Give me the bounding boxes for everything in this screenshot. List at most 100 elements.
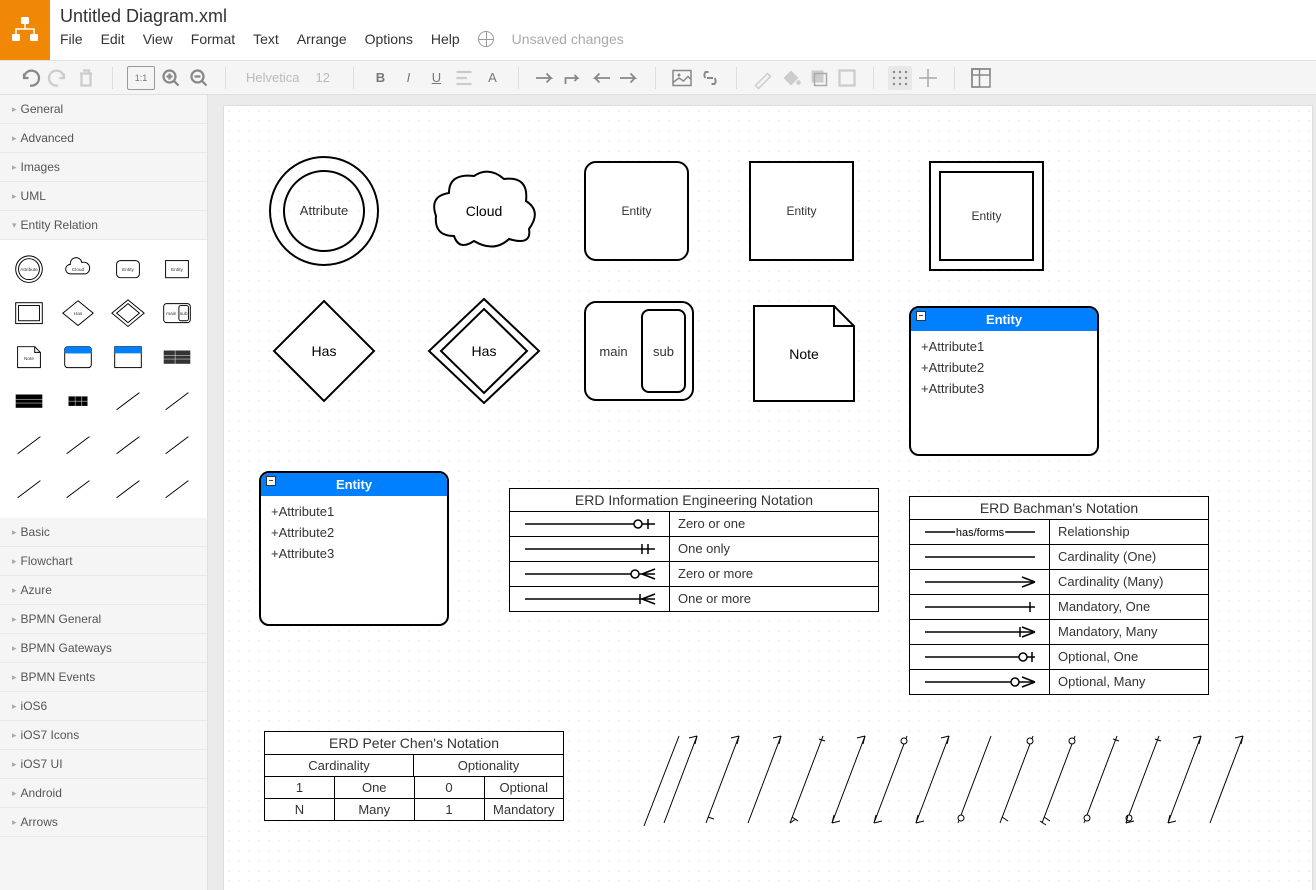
shape-has-diamond[interactable]: Has <box>264 291 384 414</box>
shape-entity-double[interactable]: Entity <box>929 161 1044 271</box>
palette-cloud[interactable]: Cloud <box>57 250 99 288</box>
palette-main-sub[interactable]: mainsub <box>156 294 198 332</box>
sidebar-section-bpmn-gateways[interactable]: BPMN Gateways <box>0 634 207 663</box>
menu-view[interactable]: View <box>143 31 173 47</box>
outline-button[interactable] <box>969 66 993 90</box>
shape-main-sub[interactable]: main sub <box>584 301 694 401</box>
shadow-button[interactable] <box>807 66 831 90</box>
shape-erd-chen-notation[interactable]: ERD Peter Chen's Notation Cardinality Op… <box>264 731 564 821</box>
palette-table-black[interactable] <box>8 382 50 420</box>
grid-dots-button[interactable] <box>888 66 912 90</box>
line-start-button[interactable] <box>589 66 613 90</box>
font-family-select[interactable]: Helvetica <box>240 70 305 85</box>
palette-entity-table-blue2[interactable] <box>107 338 149 376</box>
insert-link-button[interactable] <box>698 66 722 90</box>
shape-entity-table-2[interactable]: −Entity +Attribute1 +Attribute2 +Attribu… <box>259 471 449 626</box>
palette-line-1[interactable] <box>107 382 149 420</box>
svg-text:Has: Has <box>472 343 497 359</box>
menu-help[interactable]: Help <box>431 31 460 47</box>
menu-file[interactable]: File <box>60 31 83 47</box>
menu-text[interactable]: Text <box>253 31 279 47</box>
palette-line-10[interactable] <box>156 470 198 508</box>
zoom-out-button[interactable] <box>187 66 211 90</box>
palette-line-4[interactable] <box>57 426 99 464</box>
shape-erd-bachman-notation[interactable]: ERD Bachman's Notation has/forms Relatio… <box>909 496 1209 695</box>
shape-cloud[interactable]: Cloud <box>424 161 544 264</box>
sidebar-section-images[interactable]: Images <box>0 153 207 182</box>
delete-button[interactable] <box>74 66 98 90</box>
italic-button[interactable]: I <box>396 66 420 90</box>
palette-entity-rect[interactable]: Entity <box>156 250 198 288</box>
language-icon[interactable] <box>478 31 494 47</box>
sidebar-section-azure[interactable]: Azure <box>0 576 207 605</box>
align-button[interactable] <box>452 66 476 90</box>
palette-table-dark[interactable] <box>156 338 198 376</box>
palette-line-3[interactable] <box>8 426 50 464</box>
sidebar-section-bpmn-events[interactable]: BPMN Events <box>0 663 207 692</box>
sidebar-section-ios6[interactable]: iOS6 <box>0 692 207 721</box>
sidebar-section-arrows[interactable]: Arrows <box>0 808 207 837</box>
palette-line-6[interactable] <box>156 426 198 464</box>
shape-entity-table-1[interactable]: −Entity +Attribute1 +Attribute2 +Attribu… <box>909 306 1099 456</box>
palette-line-8[interactable] <box>57 470 99 508</box>
bold-button[interactable]: B <box>368 66 392 90</box>
erd-bachman-row1: Cardinality (One) <box>1050 545 1208 569</box>
palette-has-diamond[interactable]: Has <box>57 294 99 332</box>
shape-entity-rect[interactable]: Entity <box>749 161 854 261</box>
shape-entity-rounded[interactable]: Entity <box>584 161 689 261</box>
sidebar-section-entity-relation[interactable]: Entity Relation <box>0 211 207 240</box>
line-end-button[interactable] <box>617 66 641 90</box>
diagram-canvas[interactable]: Attribute Cloud Entity Entity Entity H <box>223 105 1313 890</box>
shape-connector-lines[interactable] <box>639 731 1289 844</box>
box-button[interactable] <box>835 66 859 90</box>
menu-format[interactable]: Format <box>191 31 235 47</box>
font-size-input[interactable]: 12 <box>309 70 339 85</box>
sidebar-section-android[interactable]: Android <box>0 779 207 808</box>
collapse-icon[interactable]: − <box>916 311 926 321</box>
shape-has-double-diamond[interactable]: Has <box>419 291 549 414</box>
redo-button[interactable] <box>46 66 70 90</box>
palette-attribute[interactable]: Attribute <box>8 250 50 288</box>
palette-line-9[interactable] <box>107 470 149 508</box>
palette-table-small[interactable] <box>57 382 99 420</box>
canvas-area[interactable]: Attribute Cloud Entity Entity Entity H <box>208 95 1316 890</box>
palette-entity-rounded[interactable]: Entity <box>107 250 149 288</box>
fill-color-button[interactable] <box>779 66 803 90</box>
insert-image-button[interactable] <box>670 66 694 90</box>
menu-options[interactable]: Options <box>365 31 413 47</box>
menu-edit[interactable]: Edit <box>101 31 125 47</box>
guides-button[interactable] <box>916 66 940 90</box>
palette-line-7[interactable] <box>8 470 50 508</box>
palette-line-2[interactable] <box>156 382 198 420</box>
shape-erd-ie-notation[interactable]: ERD Information Engineering Notation Zer… <box>509 488 879 612</box>
sidebar-section-basic[interactable]: Basic <box>0 518 207 547</box>
underline-button[interactable]: U <box>424 66 448 90</box>
palette-has-double-diamond[interactable] <box>107 294 149 332</box>
palette-line-5[interactable] <box>107 426 149 464</box>
shape-note[interactable]: Note <box>749 301 859 409</box>
connection-button[interactable] <box>533 66 557 90</box>
erd-ie-title: ERD Information Engineering Notation <box>510 489 878 512</box>
palette-entity-table-blue[interactable] <box>57 338 99 376</box>
sidebar-section-uml[interactable]: UML <box>0 182 207 211</box>
palette-note[interactable]: Note <box>8 338 50 376</box>
stroke-color-button[interactable] <box>751 66 775 90</box>
zoom-actual-button[interactable]: 1:1 <box>127 66 155 90</box>
sidebar-section-flowchart[interactable]: Flowchart <box>0 547 207 576</box>
waypoint-button[interactable] <box>561 66 585 90</box>
zoom-in-button[interactable] <box>159 66 183 90</box>
sidebar-section-advanced[interactable]: Advanced <box>0 124 207 153</box>
font-color-button[interactable]: A <box>480 66 504 90</box>
sidebar-section-ios7-ui[interactable]: iOS7 UI <box>0 750 207 779</box>
sidebar-section-general[interactable]: General <box>0 95 207 124</box>
shape-attribute[interactable]: Attribute <box>269 156 379 266</box>
sidebar-section-bpmn-general[interactable]: BPMN General <box>0 605 207 634</box>
sidebar-section-ios7-icons[interactable]: iOS7 Icons <box>0 721 207 750</box>
entity-table-2-attr2: +Attribute2 <box>271 523 437 544</box>
document-title[interactable]: Untitled Diagram.xml <box>60 6 1306 27</box>
app-logo[interactable] <box>0 0 50 60</box>
menu-arrange[interactable]: Arrange <box>297 31 347 47</box>
collapse-icon[interactable]: − <box>266 476 276 486</box>
palette-entity-double[interactable] <box>8 294 50 332</box>
undo-button[interactable] <box>18 66 42 90</box>
